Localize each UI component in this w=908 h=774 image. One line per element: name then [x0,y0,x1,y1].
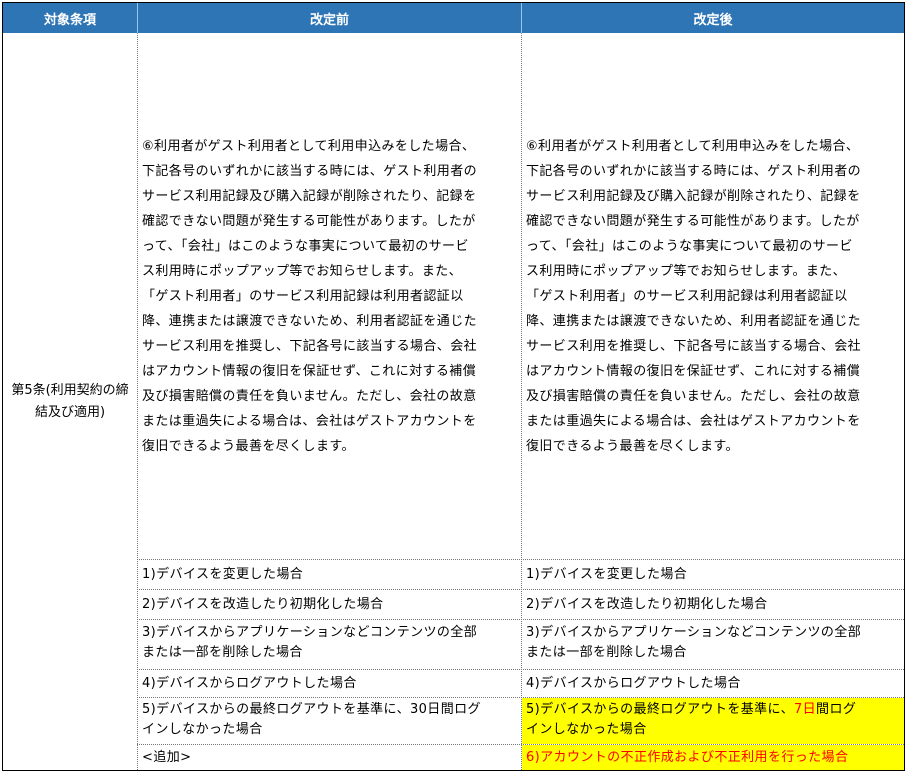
before-item-1: 1)デバイスを変更した場合 [138,560,521,589]
after-paragraph-line: はアカウント情報の復旧を保証せず、これに対する補償 [526,363,861,379]
after-paragraph-line: 復旧できるよう最善を尽くします。 [526,438,739,454]
after-paragraph-line: サービス利用記録及び購入記録が削除されたり、記録を [526,188,861,204]
before-paragraph-line: ス利用時にポップアップ等でお知らせします。また、 [142,263,463,279]
target-clause-text: 第5条(利用契約の締結及び適用) [11,382,129,420]
after-paragraph-line: 「ゲスト利用者」のサービス利用記録は利用者認証以 [526,288,848,304]
after-paragraph-line: 及び損害賠償の責任を負いません。ただし、会社の故意 [526,388,861,404]
before-item-5: 5)デバイスからの最終ログアウトを基準に、30日間ログ インしなかった場合 [138,698,521,744]
after-paragraph-line: 確認できない問題が発生する可能性があります。したが [526,213,860,229]
after-item-5-changed-value: 7日 [793,702,817,717]
before-item-4-text: 4)デバイスからログアウトした場合 [142,675,357,691]
header-after-label: 改定後 [693,12,733,28]
before-paragraph-line: 及び損害賠償の責任を負いません。ただし、会社の故意 [142,388,477,404]
after-paragraph-line: ⑥利用者がゲスト利用者として利用申込みをした場合、 [526,138,860,154]
header-target-clause: 対象条項 [3,3,137,33]
before-item-5-line-2: インしなかった場合 [142,722,263,737]
before-paragraph-line: 復旧できるよう最善を尽くします。 [142,438,355,454]
after-item-4: 4)デバイスからログアウトした場合 [522,670,904,697]
after-paragraph-line: ス利用時にポップアップ等でお知らせします。また、 [526,263,847,279]
before-paragraph-line: サービス利用記録及び購入記録が削除されたり、記録を [142,188,477,204]
after-item-5-line-1: 5)デバイスからの最終ログアウトを基準に、7日間ログ [526,700,900,720]
after-item-5-post: 間ログ [816,702,857,717]
after-item-1: 1)デバイスを変更した場合 [522,560,904,589]
after-paragraph-line: または重過失による場合は、会社はゲストアカウントを [526,413,861,429]
revision-table: 対象条項 改定前 改定後 第5条(利用契約の締結及び適用) ⑥利用者がゲスト利用… [2,2,905,771]
after-item-5-pre: 5)デバイスからの最終ログアウトを基準に、 [526,702,794,717]
before-paragraph-line: はアカウント情報の復旧を保証せず、これに対する補償 [142,363,477,379]
after-item-6-added: 6)アカウントの不正作成および不正利用を行った場合 [522,745,904,770]
before-paragraph-line: サービス利用を推奨し、下記各号に該当する場合、会社 [142,338,478,354]
after-paragraph-line: 下記各号のいずれかに該当する時には、ゲスト利用者の [526,163,862,179]
before-paragraph-line: 下記各号のいずれかに該当する時には、ゲスト利用者の [142,163,478,179]
after-item-3-line-2: または一部を削除した場合 [526,645,687,660]
after-paragraph-line: って、「会社」はこのような事実について最初のサービ [526,238,853,254]
before-paragraph-line: 「ゲスト利用者」のサービス利用記録は利用者認証以 [142,288,464,304]
before-item-2: 2)デバイスを改造したり初期化した場合 [138,590,521,619]
after-item-6-text: 6)アカウントの不正作成および不正利用を行った場合 [526,749,849,765]
after-item-3-line-1: 3)デバイスからアプリケーションなどコンテンツの全部 [526,625,862,640]
after-item-3: 3)デバイスからアプリケーションなどコンテンツの全部 または一部を削除した場合 [522,620,904,669]
after-item-4-text: 4)デバイスからログアウトした場合 [526,675,741,691]
after-item-1-text: 1)デバイスを変更した場合 [526,566,688,582]
after-item-5-changed: 5)デバイスからの最終ログアウトを基準に、7日間ログ インしなかった場合 [522,698,904,744]
header-target-label: 対象条項 [43,12,96,28]
after-item-5-line-2: インしなかった場合 [526,722,647,737]
before-item-3-line-1: 3)デバイスからアプリケーションなどコンテンツの全部 [142,625,478,640]
before-main-paragraph: ⑥利用者がゲスト利用者として利用申込みをした場合、 下記各号のいずれかに該当する時… [138,33,521,559]
after-paragraph-line: サービス利用を推奨し、下記各号に該当する場合、会社 [526,338,862,354]
before-item-6: <追加> [138,745,521,770]
before-item-4: 4)デバイスからログアウトした場合 [138,670,521,697]
before-item-1-text: 1)デバイスを変更した場合 [142,566,304,582]
before-paragraph-line: ⑥利用者がゲスト利用者として利用申込みをした場合、 [142,138,476,154]
before-paragraph-line: 確認できない問題が発生する可能性があります。したが [142,213,476,229]
before-paragraph-line: 降、連携または譲渡できないため、利用者認証を通じた [142,313,478,329]
before-paragraph-line: または重過失による場合は、会社はゲストアカウントを [142,413,477,429]
before-item-3: 3)デバイスからアプリケーションなどコンテンツの全部 または一部を削除した場合 [138,620,521,669]
header-before: 改定前 [137,3,521,33]
after-main-paragraph: ⑥利用者がゲスト利用者として利用申込みをした場合、 下記各号のいずれかに該当する時… [522,33,904,559]
target-clause-cell: 第5条(利用契約の締結及び適用) [3,33,137,770]
header-before-label: 改定前 [309,12,349,28]
before-item-2-text: 2)デバイスを改造したり初期化した場合 [142,596,384,612]
before-paragraph-line: って、「会社」はこのような事実について最初のサービ [142,238,469,254]
after-item-2-text: 2)デバイスを改造したり初期化した場合 [526,596,768,612]
after-paragraph-line: 降、連携または譲渡できないため、利用者認証を通じた [526,313,862,329]
before-item-5-line-1: 5)デバイスからの最終ログアウトを基準に、30日間ログ [142,702,481,717]
after-item-2: 2)デバイスを改造したり初期化した場合 [522,590,904,619]
header-after: 改定後 [521,3,904,33]
before-item-6-text: <追加> [142,749,192,765]
before-item-3-line-2: または一部を削除した場合 [142,645,303,660]
